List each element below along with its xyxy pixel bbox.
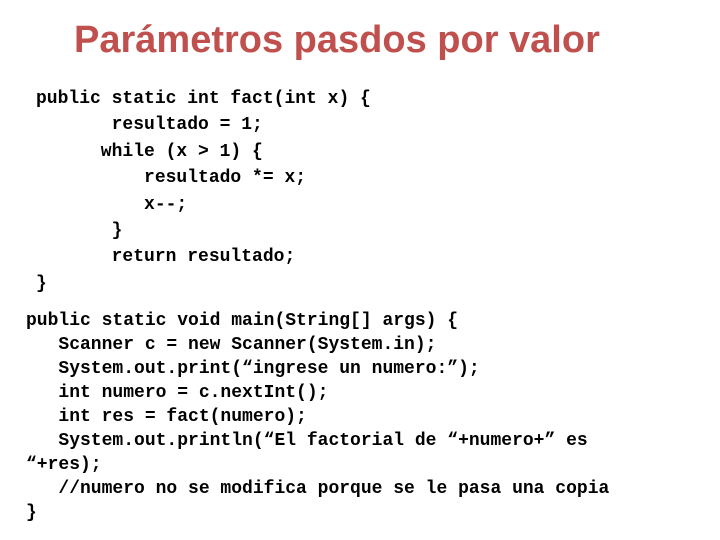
code-line: System.out.println(“El factorial de “+nu… — [26, 431, 588, 451]
code-line: Scanner c = new Scanner(System.in); — [26, 335, 437, 355]
code-line: } — [26, 503, 37, 523]
code-comment-line: //numero no se modifica porque se le pas… — [26, 479, 610, 499]
code-line: “+res); — [26, 455, 102, 475]
code-line: resultado = 1; — [36, 115, 263, 136]
code-line: return resultado; — [36, 247, 296, 268]
code-line: int numero = c.nextInt(); — [26, 383, 329, 403]
code-block-fact-method: public static int fact(int x) { resultad… — [36, 86, 371, 297]
code-line: resultado *= x; — [36, 168, 307, 189]
slide-title: Parámetros pasdos por valor — [74, 19, 600, 61]
code-line: } — [36, 221, 123, 242]
code-line: public static void main(String[] args) { — [26, 311, 459, 331]
code-line: } — [36, 273, 47, 294]
code-line: while (x > 1) { — [36, 141, 263, 162]
code-line: System.out.print(“ingrese un numero:”); — [26, 359, 480, 379]
code-line: x--; — [36, 194, 188, 215]
code-line: public static int fact(int x) { — [36, 89, 371, 109]
code-block-main-method: public static void main(String[] args) {… — [26, 309, 609, 525]
code-line: int res = fact(numero); — [26, 407, 307, 427]
